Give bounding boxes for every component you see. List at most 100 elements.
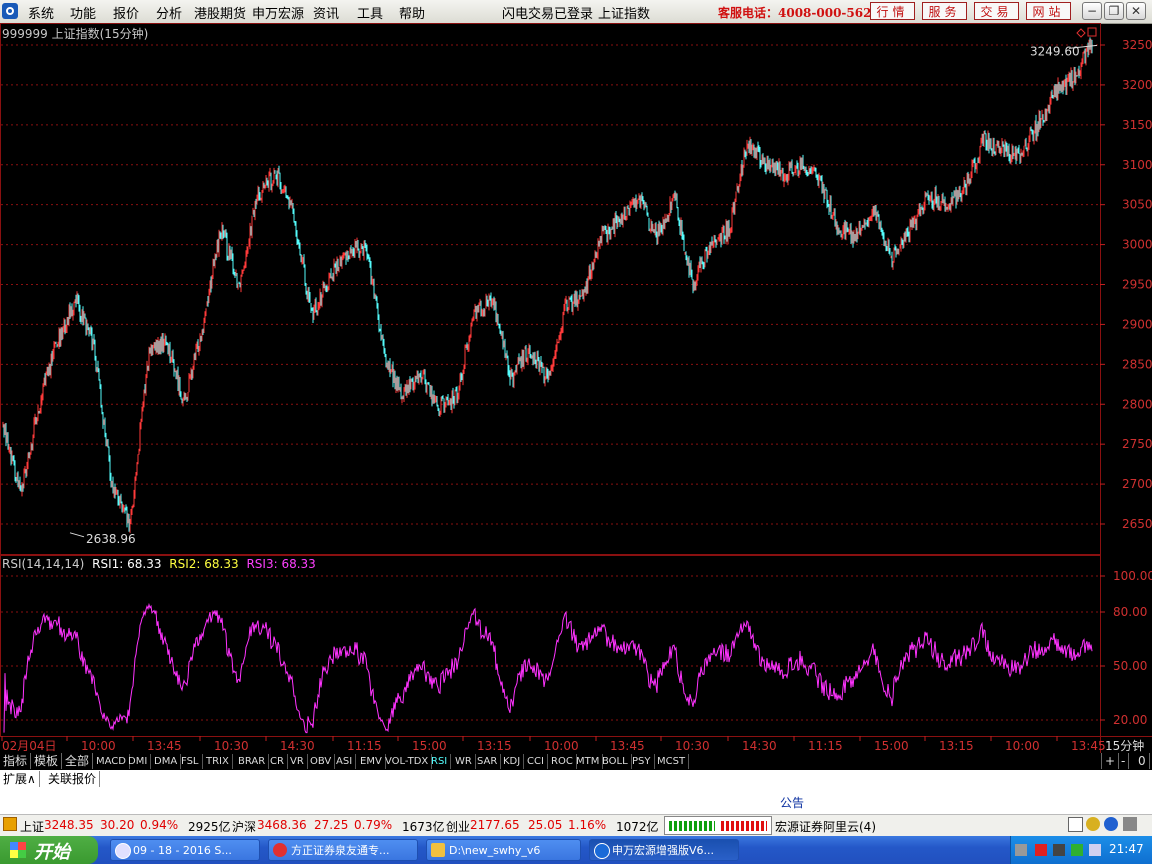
signal-icon bbox=[1086, 817, 1100, 831]
hs-change: 27.25 bbox=[314, 818, 349, 832]
tray-app-icon[interactable] bbox=[1015, 844, 1027, 856]
tab-related-quotes[interactable]: 关联报价 bbox=[45, 771, 101, 787]
indicator-tab-psy[interactable]: PSY bbox=[629, 754, 655, 769]
hs-amount: 1673亿 bbox=[402, 820, 445, 834]
market-breadth-meter bbox=[664, 816, 772, 835]
nav-website-button[interactable]: 网站 bbox=[1026, 2, 1071, 20]
tab-template[interactable]: 模板 bbox=[31, 753, 63, 769]
indicator-tab-trix[interactable]: TRIX bbox=[203, 754, 233, 769]
close-icon[interactable]: ✕ bbox=[1126, 2, 1146, 20]
high-label: 3249.60 bbox=[1030, 44, 1080, 58]
sh-pct: 0.94% bbox=[140, 818, 179, 832]
start-button[interactable]: 开始 bbox=[0, 836, 98, 864]
zoom-reset-button[interactable]: 0 bbox=[1135, 753, 1150, 769]
ext-tab-bar bbox=[0, 770, 1152, 789]
menu-analysis[interactable]: 分析 bbox=[156, 3, 182, 22]
task-item[interactable]: D:\new_swhy_v6 bbox=[426, 839, 581, 861]
time-tick-label: 10:00 bbox=[1005, 739, 1040, 753]
indicator-tab-rsi[interactable]: RSI bbox=[428, 754, 452, 769]
indicator-tab-boll[interactable]: BOLL bbox=[599, 754, 632, 769]
price-tick-label: 2850 bbox=[1122, 357, 1152, 371]
menu-help[interactable]: 帮助 bbox=[399, 3, 425, 22]
menu-tools[interactable]: 工具 bbox=[357, 3, 383, 22]
indicator-tab-dma[interactable]: DMA bbox=[151, 754, 182, 769]
indicator-tab-vr[interactable]: VR bbox=[287, 754, 308, 769]
indicator-tab-fsl[interactable]: FSL bbox=[178, 754, 203, 769]
clock: 21:47 bbox=[1109, 842, 1144, 856]
time-tick-label: 15:00 bbox=[412, 739, 447, 753]
indicator-tab-brar[interactable]: BRAR bbox=[235, 754, 270, 769]
start-label: 开始 bbox=[34, 842, 70, 863]
indicator-tab-vol-tdx[interactable]: VOL-TDX bbox=[382, 754, 433, 769]
rsi-series-line bbox=[3, 602, 1093, 734]
rsi-tick-label: 20.00 bbox=[1113, 713, 1147, 727]
time-tick-label: 15:00 bbox=[874, 739, 909, 753]
minimize-icon[interactable]: − bbox=[1082, 2, 1102, 20]
app-logo-icon bbox=[2, 3, 18, 19]
time-tick-label: 13:45 bbox=[1071, 739, 1106, 753]
task-label: 方正证券泉友通专... bbox=[291, 844, 390, 857]
time-tick-label: 13:15 bbox=[939, 739, 974, 753]
app-icon bbox=[273, 843, 287, 857]
indicator-tab-asi[interactable]: ASI bbox=[333, 754, 357, 769]
indicator-tab-mcst[interactable]: MCST bbox=[654, 754, 690, 769]
rsi-tick-label: 100.00 bbox=[1113, 569, 1152, 583]
task-item[interactable]: 方正证券泉友通专... bbox=[268, 839, 418, 861]
indicator-tab-dmi[interactable]: DMI bbox=[125, 754, 152, 769]
tools-icon[interactable] bbox=[1123, 817, 1137, 831]
tray-app-icon[interactable] bbox=[1053, 844, 1065, 856]
lock-icon bbox=[3, 817, 17, 831]
tab-all[interactable]: 全部 bbox=[62, 753, 94, 769]
indicator-tab-wr[interactable]: WR bbox=[452, 754, 476, 769]
hs-label: 沪深 bbox=[232, 820, 257, 834]
tray-app-icon[interactable] bbox=[1089, 844, 1101, 856]
chart-area: 3249.60 2638.96 2650 2700 2750 2800 2850 2900 2… bbox=[0, 23, 1152, 753]
menu-bar: 系统 功能 报价 分析 港股期货 申万宏源 资讯 工具 帮助 闪电交易已登录 上… bbox=[0, 0, 1152, 24]
task-label: 申万宏源增强版V6... bbox=[612, 844, 715, 857]
price-tick-label: 3050 bbox=[1122, 198, 1152, 212]
time-tick-label: 02月04日 bbox=[2, 739, 57, 753]
price-tick-label: 2800 bbox=[1122, 397, 1152, 411]
restore-icon[interactable]: ❐ bbox=[1104, 2, 1124, 20]
tab-expand[interactable]: 扩展∧ bbox=[0, 771, 40, 787]
nav-market-button[interactable]: 行情 bbox=[870, 2, 915, 20]
indicator-tab-cci[interactable]: CCI bbox=[524, 754, 548, 769]
time-tick-label: 10:30 bbox=[675, 739, 710, 753]
time-tick-label: 14:30 bbox=[742, 739, 777, 753]
task-item[interactable]: 09 - 18 - 2016 S... bbox=[110, 839, 260, 861]
menu-function[interactable]: 功能 bbox=[70, 3, 96, 22]
rsi-name: RSI(14,14,14) bbox=[2, 557, 85, 571]
cy-amount: 1072亿 bbox=[616, 820, 659, 834]
indicator-tab-sar[interactable]: SAR bbox=[474, 754, 502, 769]
sh-change: 30.20 bbox=[100, 818, 135, 832]
menu-hk-futures[interactable]: 港股期货 bbox=[194, 3, 246, 22]
menu-system[interactable]: 系统 bbox=[28, 3, 54, 22]
task-item-active[interactable]: 申万宏源增强版V6... bbox=[589, 839, 739, 861]
tray-app-icon[interactable] bbox=[1071, 844, 1083, 856]
zoom-out-button[interactable]: - bbox=[1118, 753, 1130, 769]
chart-title: 999999 上证指数(15分钟) bbox=[2, 27, 149, 41]
price-tick-label: 3150 bbox=[1122, 118, 1152, 132]
price-tick-label: 2700 bbox=[1122, 477, 1152, 491]
indicator-tab-kdj[interactable]: KDJ bbox=[500, 754, 525, 769]
nav-trade-button[interactable]: 交易 bbox=[974, 2, 1019, 20]
hs-pct: 0.79% bbox=[354, 818, 393, 832]
indicator-tab-cr[interactable]: CR bbox=[267, 754, 288, 769]
sh-amount: 2925亿 bbox=[188, 820, 231, 834]
price-tick-label: 2900 bbox=[1122, 317, 1152, 331]
task-label: 09 - 18 - 2016 S... bbox=[133, 844, 232, 857]
zoom-in-button[interactable]: + bbox=[1101, 753, 1120, 769]
menu-swhy[interactable]: 申万宏源 bbox=[252, 3, 304, 22]
tab-indicator[interactable]: 指标 bbox=[0, 753, 32, 769]
rsi3-value: RSI3: 68.33 bbox=[246, 557, 316, 571]
window-icon[interactable] bbox=[1068, 817, 1083, 832]
announcement-title[interactable]: 公告 bbox=[780, 794, 804, 811]
tray-app-icon[interactable] bbox=[1035, 844, 1047, 856]
menu-quote[interactable]: 报价 bbox=[113, 3, 139, 22]
hs-value: 3468.36 bbox=[257, 818, 307, 832]
menu-info[interactable]: 资讯 bbox=[313, 3, 339, 22]
indicator-tab-obv[interactable]: OBV bbox=[307, 754, 336, 769]
server-name[interactable]: 宏源证券阿里云(4) bbox=[775, 818, 876, 835]
time-tick-label: 10:00 bbox=[81, 739, 116, 753]
nav-service-button[interactable]: 服务 bbox=[922, 2, 967, 20]
